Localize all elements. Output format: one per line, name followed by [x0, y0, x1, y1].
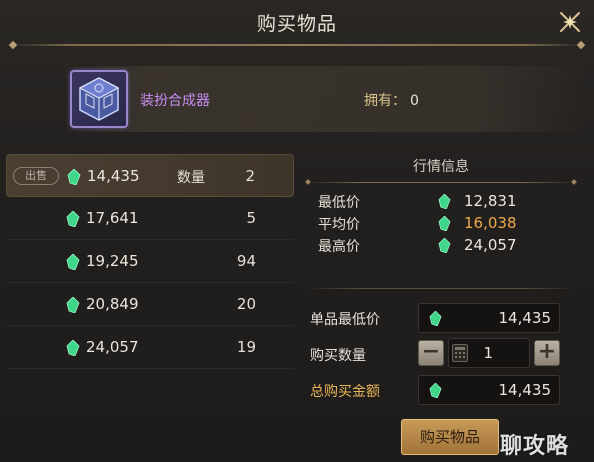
plus-button[interactable]: +	[534, 340, 560, 366]
max-price-row: 最高价 24,057	[318, 236, 517, 256]
window-title: 购买物品	[256, 13, 337, 35]
gem-icon	[67, 169, 81, 185]
list-price: 20,849	[86, 295, 139, 313]
list-quantity: 20	[236, 295, 256, 313]
list-item[interactable]: 24,057 19	[6, 326, 294, 369]
total-amount-field: 14,435	[418, 375, 560, 405]
market-info-title: 行情信息	[413, 159, 469, 175]
section-divider	[306, 288, 576, 289]
list-quantity: 5	[246, 209, 256, 227]
quantity-label: 数量	[177, 170, 205, 186]
list-price: 14,435	[87, 167, 140, 185]
quantity-value: 1	[483, 344, 493, 362]
list-quantity: 2	[245, 167, 255, 185]
list-item[interactable]: 20,849 20	[6, 283, 294, 326]
min-price-value: 12,831	[464, 192, 517, 210]
list-quantity: 19	[236, 338, 256, 356]
plus-icon: +	[537, 339, 557, 364]
total-amount-value: 14,435	[498, 381, 552, 399]
gem-icon	[438, 216, 451, 231]
list-price: 24,057	[86, 338, 139, 356]
unit-price-field: 14,435	[418, 303, 560, 333]
max-price-label: 最高价	[318, 239, 360, 255]
purchase-window: 购买物品 装扮合成器 拥有： 0 出售 14,435 数量 2 17,641 5…	[0, 0, 594, 462]
owned-label: 拥有：	[364, 93, 406, 109]
gem-icon	[66, 297, 80, 313]
max-price-value: 24,057	[464, 236, 517, 254]
list-item[interactable]: 19,245 94	[6, 240, 294, 283]
avg-price-value: 16,038	[464, 214, 517, 232]
min-price-row: 最低价 12,831	[318, 192, 517, 212]
list-item[interactable]: 17,641 5	[6, 197, 294, 240]
market-divider	[306, 182, 576, 183]
min-price-label: 最低价	[318, 195, 360, 211]
item-name: 装扮合成器	[140, 93, 210, 109]
buy-button[interactable]: 购买物品	[401, 419, 499, 455]
owned-value: 0	[410, 93, 419, 109]
list-item[interactable]: 出售 14,435 数量 2	[6, 154, 294, 197]
list-quantity: 94	[236, 252, 256, 270]
item-icon[interactable]	[70, 70, 128, 128]
total-amount-label: 总购买金额	[310, 384, 380, 400]
unit-price-label: 单品最低价	[310, 312, 380, 328]
watermark: 聊攻略	[500, 434, 570, 459]
list-price: 19,245	[86, 252, 139, 270]
avg-price-label: 平均价	[318, 217, 360, 233]
minus-button[interactable]: −	[418, 340, 444, 366]
unit-price-value: 14,435	[498, 309, 552, 327]
gem-icon	[66, 211, 80, 227]
title-divider	[12, 44, 582, 46]
gem-icon	[438, 194, 451, 209]
list-price: 17,641	[86, 209, 139, 227]
close-icon	[560, 12, 580, 32]
calculator-icon[interactable]	[452, 344, 468, 362]
cube-icon	[78, 77, 120, 121]
close-button[interactable]	[552, 4, 588, 40]
sell-list: 出售 14,435 数量 2 17,641 5 19,245 94 20,849…	[6, 154, 294, 369]
minus-icon: −	[421, 339, 441, 364]
gem-icon	[438, 238, 451, 253]
title-bar: 购买物品	[0, 0, 594, 44]
sell-tag: 出售	[13, 167, 59, 185]
quantity-label: 购买数量	[310, 348, 366, 364]
gem-icon	[66, 254, 80, 270]
avg-price-row: 平均价 16,038	[318, 214, 517, 234]
owned-count: 拥有： 0	[364, 90, 419, 110]
gem-icon	[66, 340, 80, 356]
gem-icon	[429, 311, 442, 326]
gem-icon	[429, 383, 442, 398]
